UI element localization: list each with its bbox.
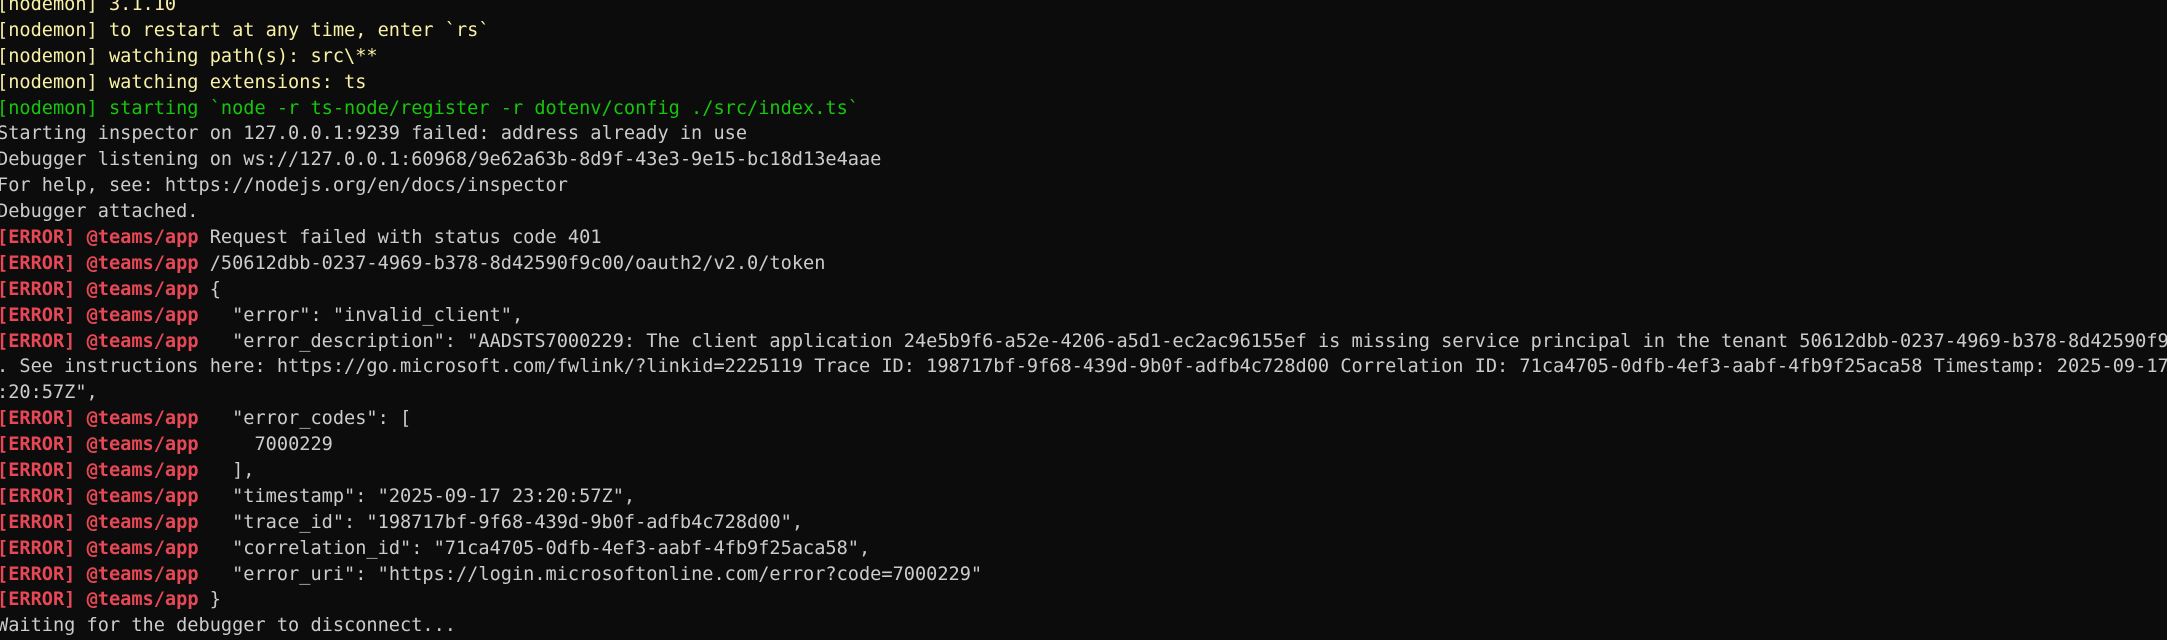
nodemon-message: [nodemon] watching path(s): src\** [0,45,378,67]
error-level-tag: [ERROR] [0,537,76,559]
error-scope-tag: @teams/app [75,511,199,533]
terminal-line: [ERROR] @teams/app "trace_id": "198717bf… [0,510,2167,536]
terminal-line: Waiting for the debugger to disconnect..… [0,613,2167,639]
terminal-line: [ERROR] @teams/app "error_uri": "https:/… [0,562,2167,588]
line-text: :20:57Z", [0,382,98,404]
terminal-line: . See instructions here: https://go.micr… [0,354,2167,380]
line-text: Request failed with status code 401 [198,227,602,249]
nodemon-message: [nodemon] to restart at any time, enter … [0,19,490,41]
error-level-tag: [ERROR] [0,511,76,533]
error-level-tag: [ERROR] [0,252,76,274]
terminal-line: [ERROR] @teams/app ], [0,458,2167,484]
error-scope-tag: @teams/app [75,563,199,585]
error-level-tag: [ERROR] [0,227,76,249]
terminal-line: [ERROR] @teams/app "timestamp": "2025-09… [0,484,2167,510]
line-text: Starting inspector on 127.0.0.1:9239 fai… [0,123,748,145]
error-scope-tag: @teams/app [75,330,199,352]
terminal-line: [ERROR] @teams/app "error": "invalid_cli… [0,303,2167,329]
terminal-line: Debugger attached. [0,199,2167,225]
line-text: { [198,278,221,300]
line-text: For help, see: https://nodejs.org/en/doc… [0,175,568,197]
terminal-line: [ERROR] @teams/app /50612dbb-0237-4969-b… [0,251,2167,277]
line-text: . See instructions here: https://go.micr… [0,356,2167,378]
terminal-line: [ERROR] @teams/app "correlation_id": "71… [0,536,2167,562]
error-level-tag: [ERROR] [0,330,76,352]
line-text: "error": "invalid_client", [198,304,524,326]
line-text: ], [198,460,255,482]
error-level-tag: [ERROR] [0,304,76,326]
error-level-tag: [ERROR] [0,408,76,430]
error-scope-tag: @teams/app [75,434,199,456]
error-scope-tag: @teams/app [75,589,199,611]
terminal-line: Debugger listening on ws://127.0.0.1:609… [0,147,2167,173]
terminal-line: [ERROR] @teams/app "error_description": … [0,329,2167,355]
terminal-line: [ERROR] @teams/app } [0,587,2167,613]
error-scope-tag: @teams/app [75,460,199,482]
line-text: "trace_id": "198717bf-9f68-439d-9b0f-adf… [198,511,804,533]
line-text: "correlation_id": "71ca4705-0dfb-4ef3-aa… [198,537,871,559]
terminal-line: [ERROR] @teams/app { [0,277,2167,303]
error-scope-tag: @teams/app [75,252,199,274]
terminal-line: [nodemon] starting `node -r ts-node/regi… [0,96,2167,122]
line-text: "timestamp": "2025-09-17 23:20:57Z", [198,485,636,507]
terminal-line: Starting inspector on 127.0.0.1:9239 fai… [0,121,2167,147]
terminal-line: [ERROR] @teams/app "error_codes": [ [0,406,2167,432]
error-level-tag: [ERROR] [0,563,76,585]
line-text: 7000229 [198,434,333,456]
terminal-line: [ERROR] @teams/app Request failed with s… [0,225,2167,251]
error-scope-tag: @teams/app [75,485,199,507]
error-scope-tag: @teams/app [75,278,199,300]
error-scope-tag: @teams/app [75,304,199,326]
line-text: "error_uri": "https://login.microsoftonl… [198,563,983,585]
terminal-line: [nodemon] watching path(s): src\** [0,44,2167,70]
nodemon-message: [nodemon] starting `node -r ts-node/regi… [0,97,859,119]
error-level-tag: [ERROR] [0,278,76,300]
line-text: Debugger attached. [0,201,199,223]
error-scope-tag: @teams/app [75,227,199,249]
error-level-tag: [ERROR] [0,460,76,482]
error-level-tag: [ERROR] [0,434,76,456]
nodemon-message: [nodemon] 3.1.10 [0,0,177,15]
error-level-tag: [ERROR] [0,485,76,507]
terminal-line: [nodemon] 3.1.10 [0,0,2167,18]
error-level-tag: [ERROR] [0,589,76,611]
line-text: Waiting for the debugger to disconnect..… [0,615,456,637]
terminal-line: [nodemon] to restart at any time, enter … [0,18,2167,44]
error-scope-tag: @teams/app [75,408,199,430]
terminal-line: :20:57Z", [0,380,2167,406]
line-text: "error_description": "AADSTS7000229: The… [198,330,2167,352]
nodemon-message: [nodemon] watching extensions: ts [0,71,367,93]
terminal-line: For help, see: https://nodejs.org/en/doc… [0,173,2167,199]
line-text: } [198,589,221,611]
terminal-output[interactable]: [nodemon] 3.1.10 [nodemon] to restart at … [0,0,2167,640]
error-scope-tag: @teams/app [75,537,199,559]
line-text: /50612dbb-0237-4969-b378-8d42590f9c00/oa… [198,252,826,274]
terminal-line: [nodemon] watching extensions: ts [0,70,2167,96]
terminal-line: [ERROR] @teams/app 7000229 [0,432,2167,458]
line-text: Debugger listening on ws://127.0.0.1:609… [0,149,882,171]
line-text: "error_codes": [ [198,408,412,430]
